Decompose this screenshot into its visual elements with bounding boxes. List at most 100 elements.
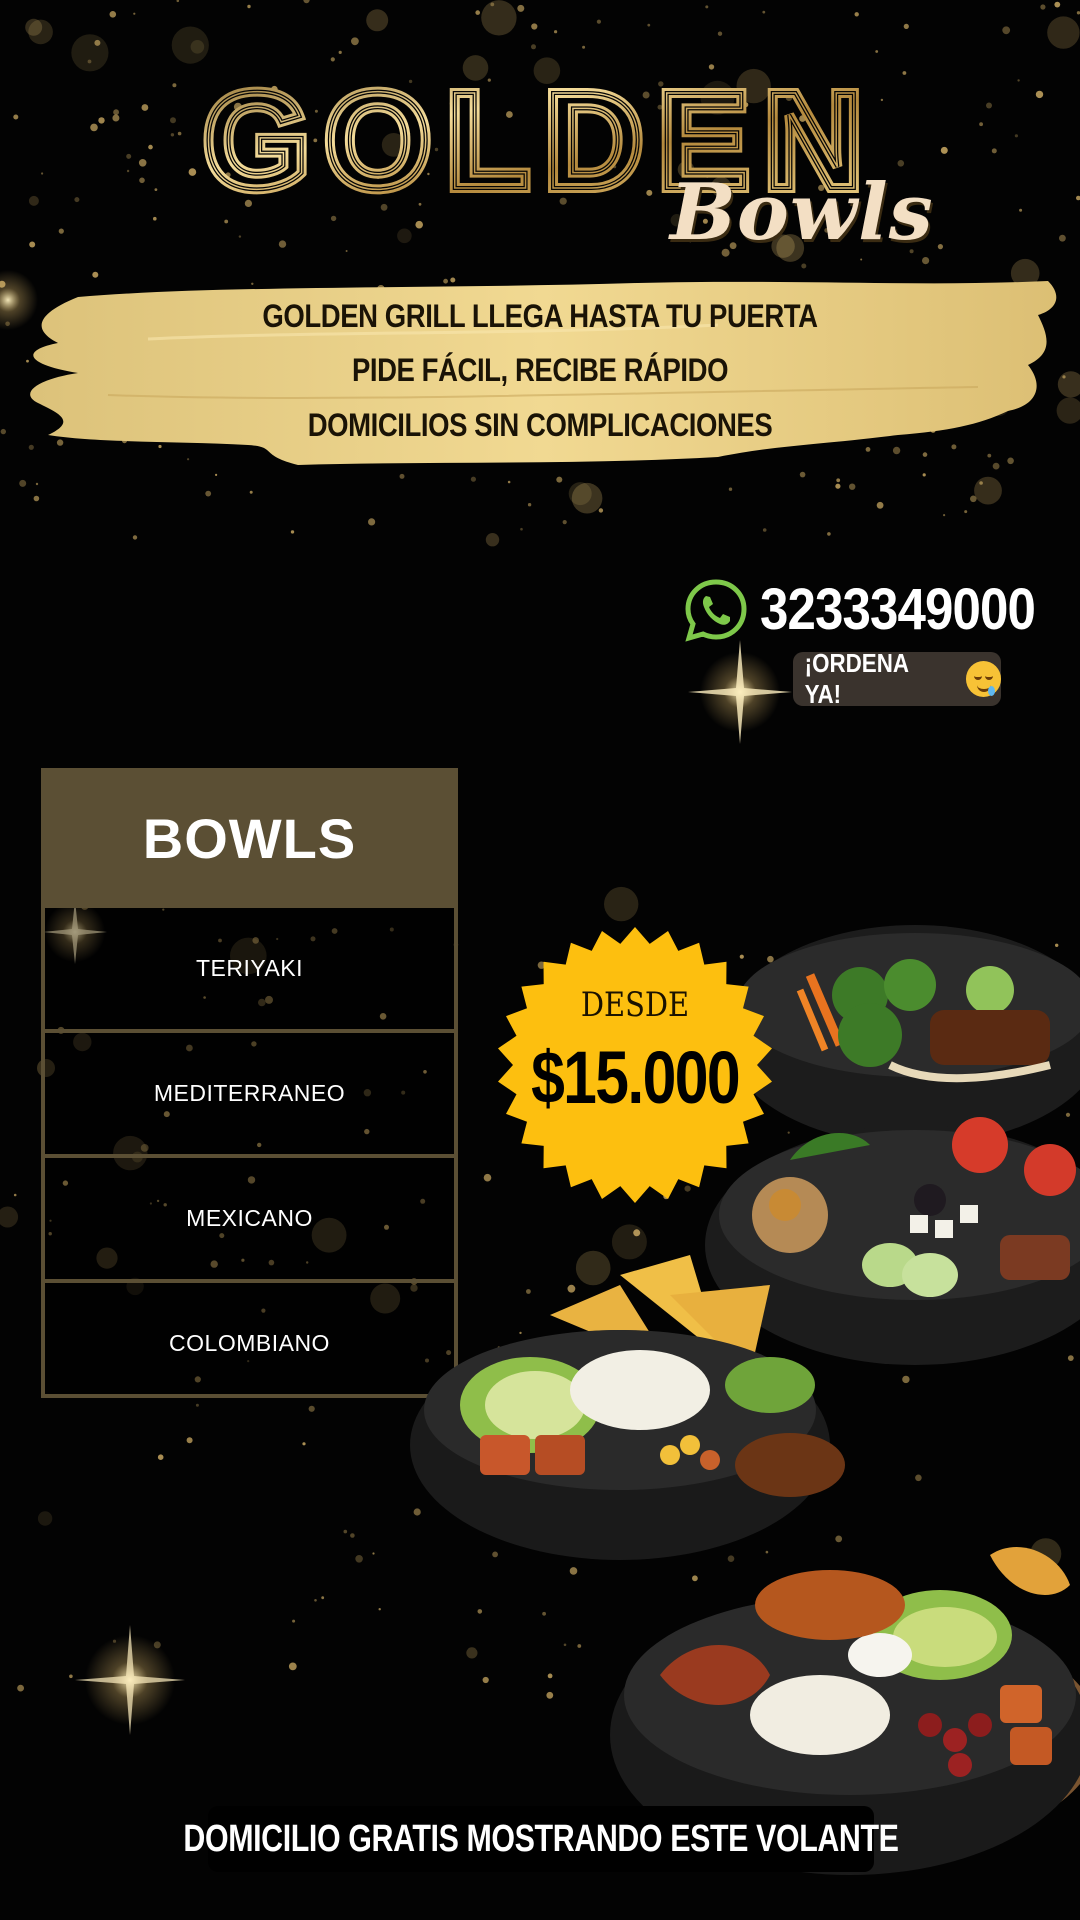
bokeh-dot xyxy=(562,520,567,525)
bokeh-dot xyxy=(314,1599,317,1602)
order-now-button[interactable]: ¡ORDENA YA! xyxy=(793,648,1001,709)
bokeh-dot xyxy=(979,481,983,485)
bokeh-dot xyxy=(141,104,149,111)
bokeh-dot xyxy=(974,476,1002,505)
brand-script: Bowls xyxy=(670,167,934,258)
bokeh-dot xyxy=(991,148,997,154)
bokeh-dot xyxy=(728,487,733,491)
bokeh-dot xyxy=(554,30,558,34)
bokeh-dot xyxy=(903,23,909,29)
bokeh-dot xyxy=(308,1405,315,1412)
bokeh-dot xyxy=(343,1529,348,1534)
free-delivery-text: DOMICILIO GRATIS MOSTRANDO ESTE VOLANTE xyxy=(183,1817,899,1860)
bokeh-dot xyxy=(33,495,40,502)
bokeh-dot xyxy=(986,102,992,109)
phone-number[interactable]: 3233349000 xyxy=(760,576,1036,643)
bokeh-dot xyxy=(112,114,120,122)
bokeh-dot xyxy=(288,1662,297,1671)
bokeh-dot xyxy=(507,480,511,484)
bokeh-dot xyxy=(366,9,389,32)
bokeh-dot xyxy=(481,0,517,36)
bokeh-dot xyxy=(647,23,651,27)
bokeh-dot xyxy=(922,257,930,265)
bokeh-dot xyxy=(41,172,44,175)
bokeh-dot xyxy=(69,1674,73,1679)
bokeh-dot xyxy=(249,490,253,494)
bokeh-dot xyxy=(330,57,335,62)
bokeh-dot xyxy=(351,37,359,46)
bokeh-dot xyxy=(943,514,946,517)
bokeh-dot xyxy=(0,1206,19,1228)
bokeh-dot xyxy=(195,1403,199,1407)
bokeh-dot xyxy=(596,19,602,24)
bokeh-dot xyxy=(875,50,879,53)
bokeh-dot xyxy=(470,476,476,482)
tagline-2: PIDE FÁCIL, RECIBE RÁPIDO xyxy=(351,352,729,388)
bokeh-dot xyxy=(190,40,205,54)
bokeh-dot xyxy=(350,1533,355,1538)
bokeh-dot xyxy=(290,530,295,534)
tagline-3: DOMICILIOS SIN COMPLICACIONES xyxy=(307,407,773,443)
bokeh-dot xyxy=(531,44,536,50)
bokeh-dot xyxy=(762,10,766,14)
bokeh-dot xyxy=(126,153,132,159)
bokeh-dot xyxy=(397,228,412,244)
bokeh-dot xyxy=(247,4,251,9)
bokeh-dot xyxy=(835,483,841,489)
tagline-1: GOLDEN GRILL LLEGA HASTA TU PUERTA xyxy=(262,298,818,334)
bokeh-dot xyxy=(330,215,337,222)
bokeh-dot xyxy=(292,1619,296,1623)
bokeh-dot xyxy=(1054,1,1061,8)
bokeh-dot xyxy=(827,532,831,536)
bokeh-dot xyxy=(1002,26,1011,35)
bokeh-dot xyxy=(836,478,841,483)
bokeh-dot xyxy=(224,219,229,224)
bokeh-dot xyxy=(598,508,604,513)
bokeh-dot xyxy=(485,533,500,547)
bokeh-dot xyxy=(368,518,376,526)
bokeh-dot xyxy=(571,482,603,514)
bokeh-dot xyxy=(979,122,983,127)
bokeh-dot xyxy=(71,34,109,72)
bokeh-dot xyxy=(762,528,767,532)
bokeh-dot xyxy=(148,144,153,150)
bokeh-dot xyxy=(531,23,538,30)
bokeh-dot xyxy=(186,1437,193,1444)
bokeh-dot xyxy=(520,527,523,531)
bokeh-dot xyxy=(717,31,723,36)
bokeh-dot xyxy=(13,1193,17,1197)
bokeh-dot xyxy=(517,4,525,12)
flyer: GOLDEN GOLDEN GOLDEN Bowls GOLDEN GRILL … xyxy=(0,0,1080,1920)
bokeh-dot xyxy=(705,5,709,9)
bokeh-dot xyxy=(154,188,158,192)
bokeh-dot xyxy=(90,123,98,132)
bokeh-dot xyxy=(1019,208,1023,212)
bokeh-dot xyxy=(582,45,586,49)
bokeh-dot xyxy=(860,258,863,261)
bokeh-dot xyxy=(940,146,948,154)
price-value: $15.000 xyxy=(531,1036,741,1119)
bokeh-dot xyxy=(964,510,968,514)
bokeh-dot xyxy=(1047,16,1080,49)
price-from-label: DESDE xyxy=(580,985,690,1025)
bokeh-dot xyxy=(1014,134,1019,138)
bokeh-dot xyxy=(1035,90,1044,99)
bokeh-dot xyxy=(113,109,119,116)
bokeh-dot xyxy=(854,12,859,17)
bokeh-dot xyxy=(17,1684,24,1692)
bokeh-dot xyxy=(278,240,287,248)
bokeh-dot xyxy=(1076,195,1080,201)
bokeh-dot xyxy=(302,1442,306,1446)
whatsapp-icon[interactable] xyxy=(684,578,748,642)
bokeh-dot xyxy=(133,12,136,15)
bokeh-dot xyxy=(58,228,64,234)
bokeh-dot xyxy=(132,535,138,540)
menu-title: BOWLS xyxy=(45,772,454,904)
bokeh-dot xyxy=(157,1454,164,1460)
bokeh-dot xyxy=(1040,4,1046,10)
bokeh-dot xyxy=(970,495,977,503)
bokeh-dot xyxy=(0,428,6,435)
bokeh-dot xyxy=(801,263,807,269)
bokeh-dot xyxy=(238,235,242,238)
bokeh-dot xyxy=(849,483,856,490)
